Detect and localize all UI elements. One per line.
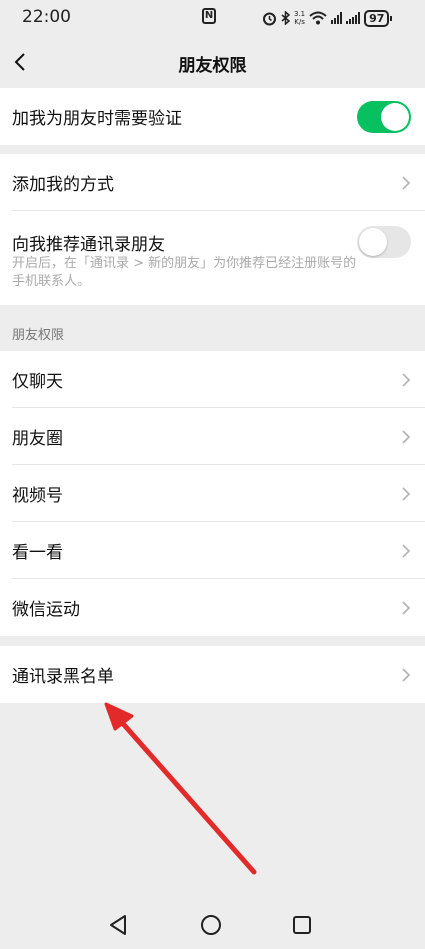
- permission-item-channels[interactable]: 视频号: [0, 465, 425, 522]
- screen: 22:00 N 3.1 K/s 97 朋友权限 加我为朋友时需要验证 添加我的方…: [0, 0, 425, 949]
- battery-icon: 97: [364, 9, 393, 27]
- add-methods-label: 添加我的方式: [12, 175, 114, 195]
- status-time: 22:00: [22, 7, 71, 27]
- verify-toggle[interactable]: [357, 100, 411, 133]
- permission-item-label: 朋友圈: [12, 429, 63, 449]
- blacklist-row[interactable]: 通讯录黑名单: [0, 646, 425, 703]
- bluetooth-icon: [281, 11, 290, 25]
- friend-permissions-group: 仅聊天 朋友圈 视频号 看一看 微信运动: [0, 351, 425, 636]
- chevron-right-icon: [402, 175, 411, 190]
- chevron-right-icon: [402, 543, 411, 558]
- chevron-right-icon: [402, 600, 411, 615]
- chevron-right-icon: [402, 486, 411, 501]
- add-methods-row[interactable]: 添加我的方式: [0, 154, 425, 211]
- section-header-friend-permissions: 朋友权限: [12, 328, 65, 343]
- system-nav-bar: [0, 905, 425, 949]
- status-icons: 3.1 K/s 97: [262, 8, 393, 28]
- home-circle-icon: [201, 915, 221, 935]
- toggle-knob: [381, 102, 409, 131]
- verify-label: 加我为朋友时需要验证: [12, 109, 182, 129]
- wifi-icon: [309, 11, 327, 25]
- signal-icon-1: [331, 12, 343, 24]
- add-methods-group: 添加我的方式 向我推荐通讯录朋友 开启后，在「通讯录 > 新的朋友」为你推荐已经…: [0, 154, 425, 305]
- permission-item-label: 微信运动: [12, 600, 80, 620]
- permission-item-label: 视频号: [12, 486, 63, 506]
- recents-square-icon: [293, 916, 311, 934]
- system-back-button[interactable]: [98, 905, 138, 945]
- signal-icon-2: [346, 12, 361, 24]
- permission-item-label: 仅聊天: [12, 372, 63, 392]
- alarm-icon: [263, 12, 276, 25]
- page-title: 朋友权限: [178, 56, 247, 76]
- network-speed-value: 3.1: [294, 10, 306, 18]
- blacklist-label: 通讯录黑名单: [12, 667, 114, 687]
- verify-group: 加我为朋友时需要验证: [0, 88, 425, 145]
- recommend-title: 向我推荐通讯录朋友: [12, 235, 165, 255]
- recommend-row: 向我推荐通讯录朋友 开启后，在「通讯录 > 新的朋友」为你推荐已经注册账号的手机…: [0, 211, 425, 305]
- system-home-button[interactable]: [191, 905, 231, 945]
- system-recents-button[interactable]: [282, 905, 322, 945]
- chevron-right-icon: [402, 667, 411, 682]
- nav-bar: 朋友权限: [0, 36, 425, 88]
- toggle-knob: [359, 228, 387, 256]
- network-speed-unit: K/s: [294, 18, 305, 26]
- permission-item-werun[interactable]: 微信运动: [0, 579, 425, 636]
- back-triangle-icon: [110, 915, 126, 935]
- permission-item-chat-only[interactable]: 仅聊天: [0, 351, 425, 408]
- nfc-icon: N: [202, 8, 216, 24]
- recommend-toggle[interactable]: [357, 226, 411, 258]
- blacklist-group: 通讯录黑名单: [0, 646, 425, 703]
- recommend-description: 开启后，在「通讯录 > 新的朋友」为你推荐已经注册账号的手机联系人。: [12, 256, 357, 289]
- verify-row: 加我为朋友时需要验证: [0, 88, 425, 145]
- network-speed: 3.1 K/s: [294, 10, 305, 26]
- permission-item-label: 看一看: [12, 543, 63, 563]
- chevron-right-icon: [402, 372, 411, 387]
- chevron-right-icon: [402, 429, 411, 444]
- status-bar: 22:00 N 3.1 K/s 97: [0, 0, 425, 36]
- permission-item-moments[interactable]: 朋友圈: [0, 408, 425, 465]
- permission-item-top-stories[interactable]: 看一看: [0, 522, 425, 579]
